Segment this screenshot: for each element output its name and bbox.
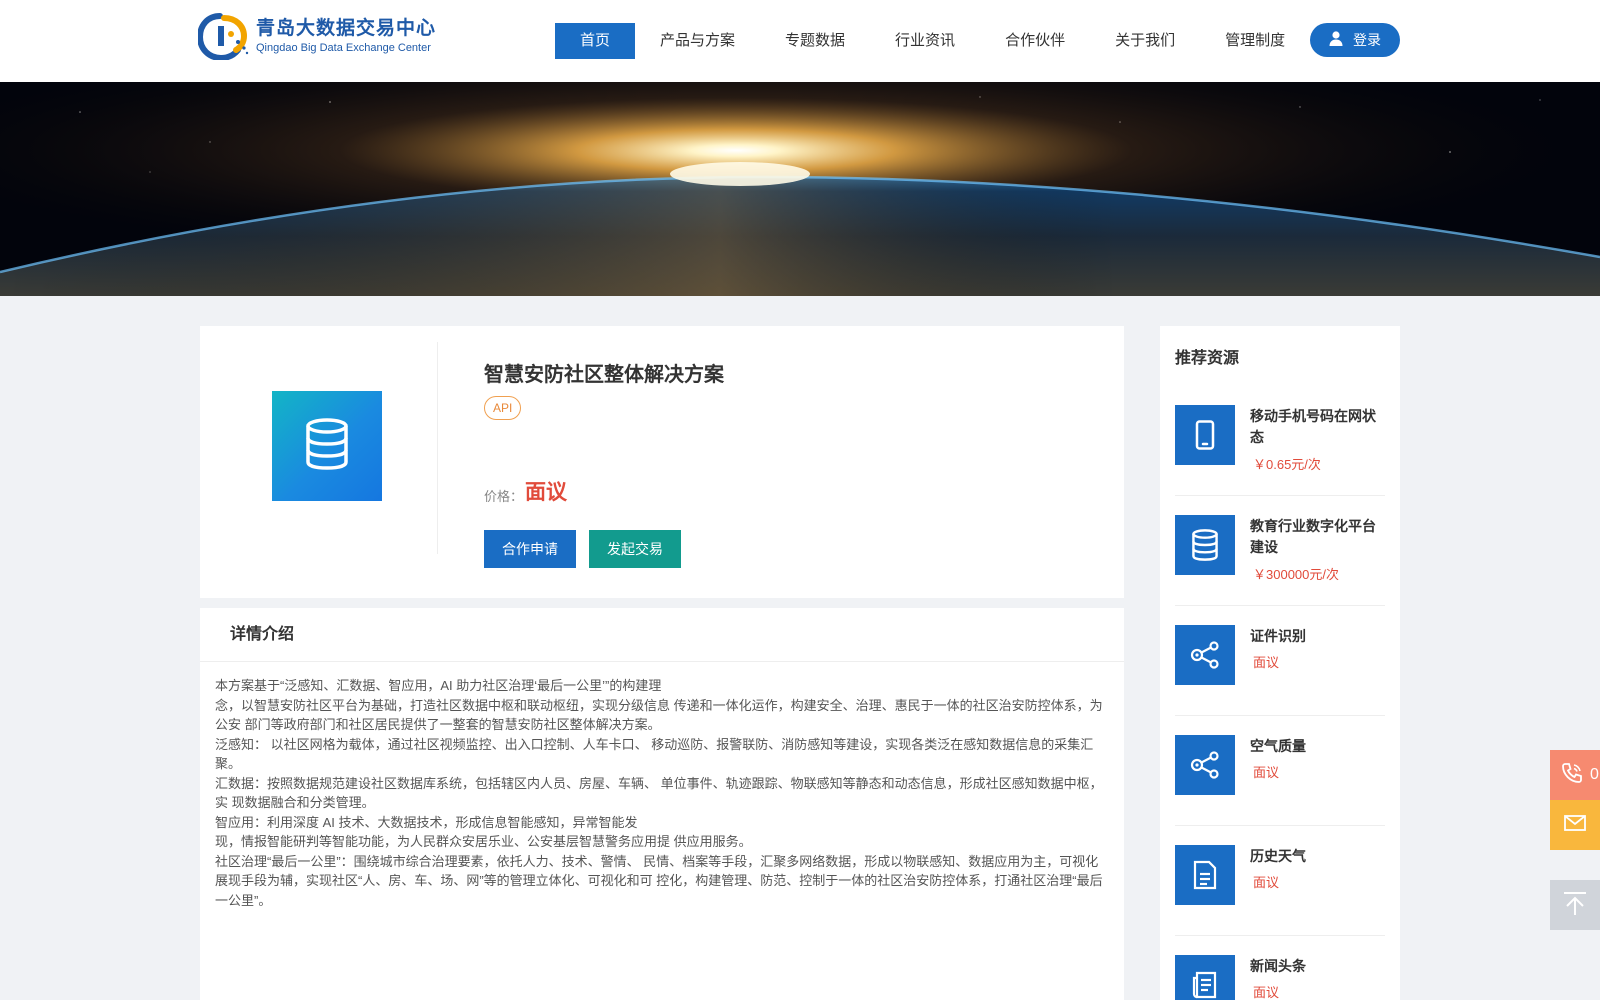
recommended-item[interactable]: 教育行业数字化平台建设 ￥300000元/次 bbox=[1175, 496, 1385, 606]
sidebar-title: 推荐资源 bbox=[1175, 350, 1240, 367]
recommended-item[interactable]: 证件识别 面议 bbox=[1175, 606, 1385, 716]
database-icon bbox=[1175, 515, 1235, 575]
arrow-up-icon bbox=[1562, 890, 1588, 921]
recommended-item[interactable]: 新闻头条 面议 bbox=[1175, 936, 1385, 1000]
detail-paragraph: 现，情报智能研判等智能功能，为人民群众安居乐业、公安基层智慧警务应用提 供应用服… bbox=[215, 834, 752, 849]
product-image-panel bbox=[200, 342, 438, 554]
site-header: 青岛大数据交易中心 Qingdao Big Data Exchange Cent… bbox=[0, 0, 1600, 82]
login-button[interactable]: 登录 bbox=[1310, 23, 1400, 57]
recommended-item[interactable]: 移动手机号码在网状态 ￥0.65元/次 bbox=[1175, 386, 1385, 496]
recommended-item-price: 面议 bbox=[1253, 985, 1280, 1000]
mobile-phone-icon bbox=[1175, 405, 1235, 465]
detail-paragraph: 汇数据：按照数据规范建设社区数据库系统，包括辖区内人员、房屋、车辆、 单位事件、… bbox=[215, 775, 1103, 811]
cooperation-apply-button[interactable]: 合作申请 bbox=[484, 530, 576, 568]
nav-item-regulations[interactable]: 管理制度 bbox=[1200, 23, 1310, 59]
contact-mail-widget[interactable] bbox=[1550, 800, 1600, 850]
detail-heading: 详情介绍 bbox=[200, 608, 1124, 662]
product-summary-card: 智慧安防社区整体解决方案 API 价格： 面议 合作申请 发起交易 bbox=[200, 326, 1124, 598]
detail-card: 详情介绍 本方案基于“泛感知、汇数据、智应用，AI 助力社区治理‘最后一公里’”… bbox=[200, 608, 1124, 1000]
price-label: 价格： bbox=[484, 489, 524, 504]
recommended-item-name: 移动手机号码在网状态 bbox=[1250, 408, 1376, 445]
user-icon bbox=[1329, 31, 1343, 49]
recommended-item-name: 证件识别 bbox=[1250, 628, 1306, 644]
recommended-item-name: 历史天气 bbox=[1250, 848, 1306, 864]
recommended-item-price: 面议 bbox=[1253, 875, 1280, 890]
nav-item-topic-data[interactable]: 专题数据 bbox=[760, 23, 870, 59]
login-label: 登录 bbox=[1353, 32, 1381, 48]
recommended-item[interactable]: 历史天气 面议 bbox=[1175, 826, 1385, 936]
database-icon bbox=[304, 417, 350, 475]
site-logo[interactable]: 青岛大数据交易中心 Qingdao Big Data Exchange Cent… bbox=[196, 12, 437, 62]
contact-phone-widget[interactable]: 0 bbox=[1550, 750, 1600, 800]
recommended-resources: 推荐资源 移动手机号码在网状态 ￥0.65元/次 教育行业数字化平台建设 ￥30… bbox=[1160, 326, 1400, 1000]
logo-name-en: Qingdao Big Data Exchange Center bbox=[256, 41, 431, 54]
recommended-item-price: ￥300000元/次 bbox=[1253, 567, 1339, 582]
document-icon bbox=[1175, 845, 1235, 905]
detail-paragraph: 泛感知： 以社区网格为载体，通过社区视频监控、出入口控制、人车卡口、 移动巡防、… bbox=[215, 736, 1094, 772]
detail-paragraph: 念，以智慧安防社区平台为基础，打造社区数据中枢和联动枢纽，实现分级信息 传递和一… bbox=[215, 697, 1103, 733]
nav-item-industry-news[interactable]: 行业资讯 bbox=[870, 23, 980, 59]
phone-number-partial: 0 bbox=[1590, 766, 1599, 783]
earth-horizon-image bbox=[0, 82, 1600, 296]
start-trade-button[interactable]: 发起交易 bbox=[589, 530, 681, 568]
product-image bbox=[272, 391, 382, 501]
share-nodes-icon bbox=[1175, 735, 1235, 795]
detail-paragraph: 本方案基于“泛感知、汇数据、智应用，AI 助力社区治理‘最后一公里’”的构建理 bbox=[215, 678, 662, 693]
mail-icon bbox=[1564, 814, 1586, 836]
news-icon bbox=[1175, 955, 1235, 1000]
recommended-item-price: 面议 bbox=[1253, 765, 1280, 780]
nav-item-partners[interactable]: 合作伙伴 bbox=[980, 23, 1090, 59]
nav-item-products[interactable]: 产品与方案 bbox=[635, 23, 760, 59]
back-to-top-button[interactable] bbox=[1550, 880, 1600, 930]
detail-paragraph: 社区治理“最后一公里”：围绕城市综合治理要素，依托人力、技术、警情、 民情、档案… bbox=[215, 853, 1103, 908]
product-type-tag: API bbox=[484, 396, 522, 420]
recommended-item-price: ￥0.65元/次 bbox=[1253, 457, 1321, 472]
share-nodes-icon bbox=[1175, 625, 1235, 685]
logo-name-cn: 青岛大数据交易中心 bbox=[256, 17, 437, 39]
product-title: 智慧安防社区整体解决方案 bbox=[484, 364, 724, 386]
hero-banner bbox=[0, 82, 1600, 296]
recommended-item[interactable]: 空气质量 面议 bbox=[1175, 716, 1385, 826]
main-nav: 首页 产品与方案 专题数据 行业资讯 合作伙伴 关于我们 管理制度 bbox=[555, 23, 1310, 59]
detail-body: 本方案基于“泛感知、汇数据、智应用，AI 助力社区治理‘最后一公里’”的构建理 … bbox=[200, 662, 1124, 910]
nav-item-about[interactable]: 关于我们 bbox=[1090, 23, 1200, 59]
recommended-item-name: 教育行业数字化平台建设 bbox=[1250, 518, 1376, 555]
price-value: 面议 bbox=[525, 481, 567, 504]
recommended-item-name: 新闻头条 bbox=[1250, 958, 1306, 974]
recommended-item-name: 空气质量 bbox=[1250, 738, 1306, 754]
recommended-list: 移动手机号码在网状态 ￥0.65元/次 教育行业数字化平台建设 ￥300000元… bbox=[1175, 386, 1385, 1000]
recommended-item-price: 面议 bbox=[1253, 655, 1280, 670]
nav-item-home[interactable]: 首页 bbox=[555, 23, 636, 59]
logo-mark-icon bbox=[196, 12, 250, 62]
phone-icon bbox=[1560, 761, 1584, 790]
detail-paragraph: 智应用：利用深度 AI 技术、大数据技术，形成信息智能感知，异常智能发 bbox=[215, 814, 638, 830]
